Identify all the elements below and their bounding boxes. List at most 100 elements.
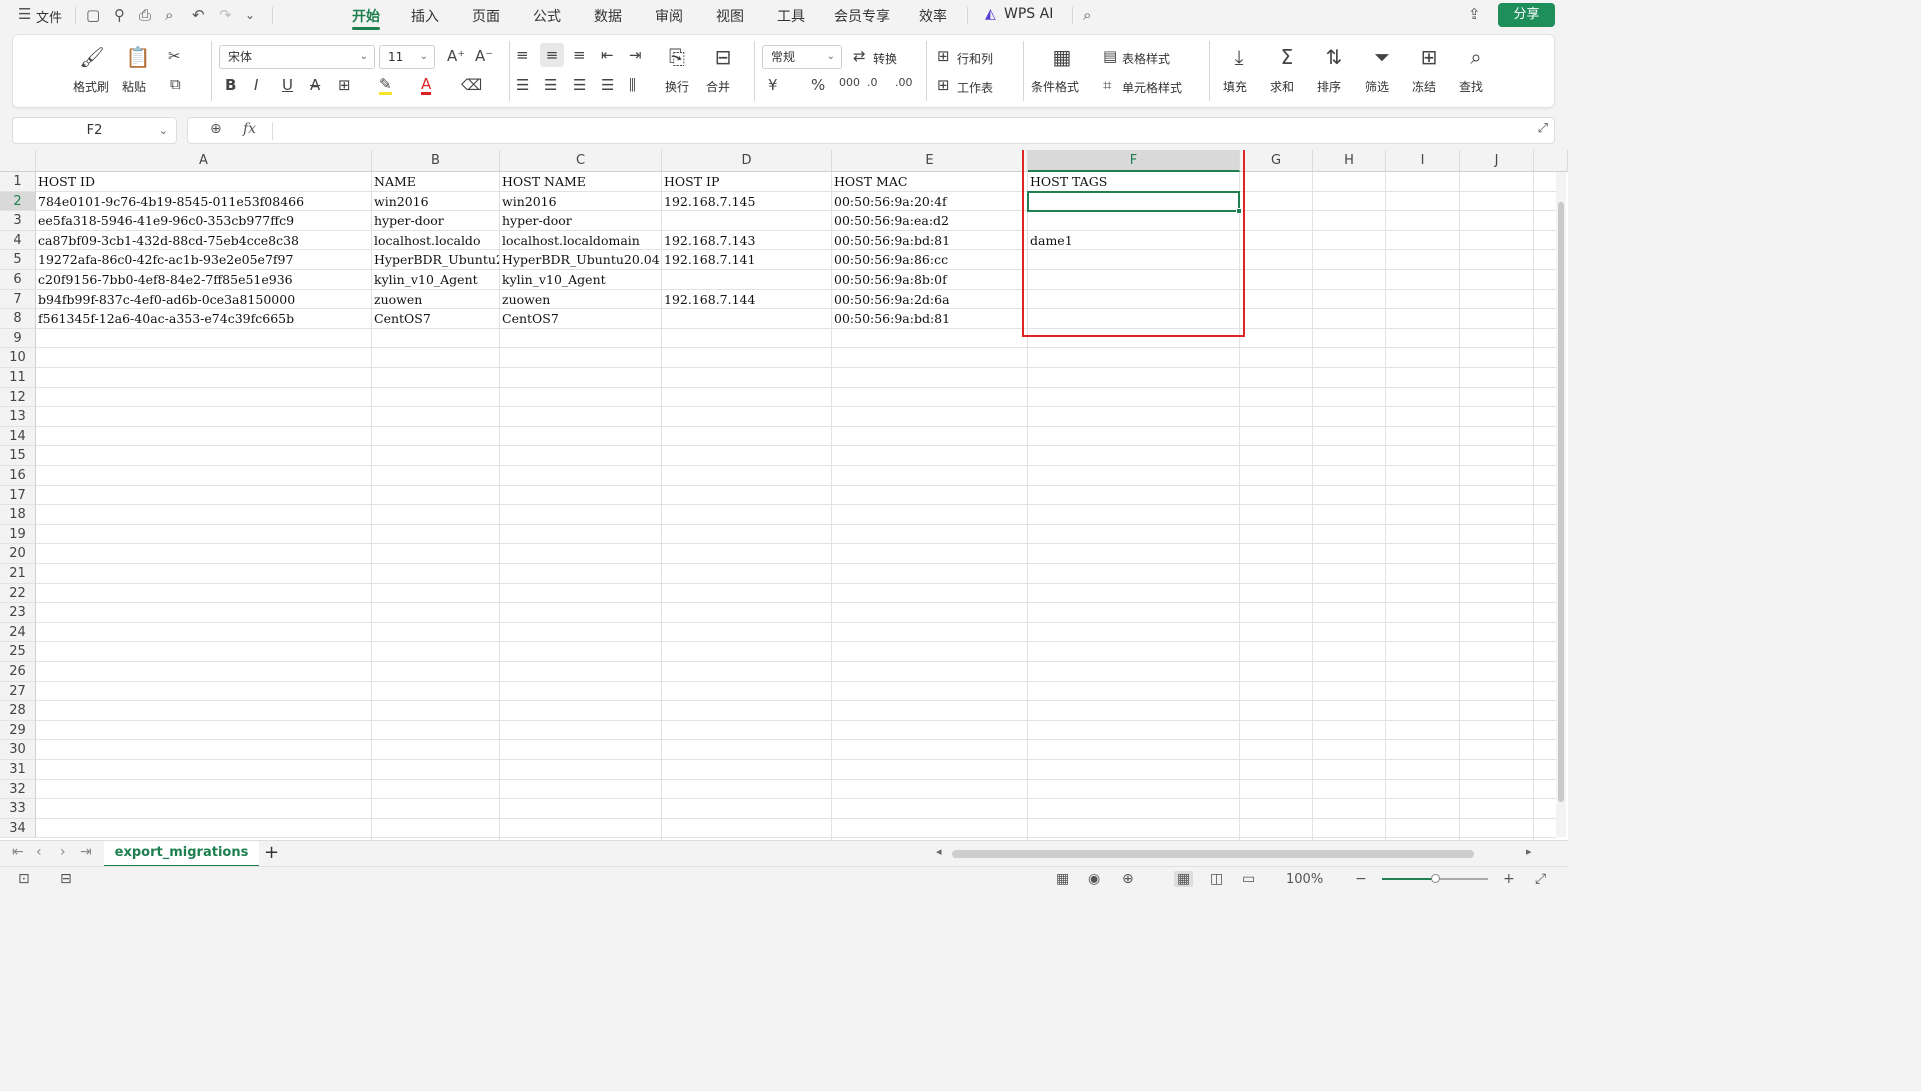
cell-style-button[interactable]: 单元格样式 bbox=[1122, 79, 1182, 96]
table-cell[interactable]: 192.168.7.144 bbox=[662, 290, 831, 310]
row-header[interactable]: 25 bbox=[0, 642, 36, 662]
undo-icon[interactable]: ↶ bbox=[192, 6, 205, 24]
wrap-text-icon[interactable]: ⎘ bbox=[660, 45, 694, 69]
row-col-button[interactable]: 行和列 bbox=[957, 50, 993, 67]
row-col-icon[interactable]: ⊞ bbox=[937, 47, 950, 65]
file-menu[interactable]: 文件 bbox=[36, 7, 62, 26]
tab-formula[interactable]: 公式 bbox=[533, 6, 561, 26]
crosshair-icon[interactable]: ⊕ bbox=[1122, 871, 1134, 887]
zoom-formula-icon[interactable]: ⊕ bbox=[210, 121, 222, 137]
scroll-thumb[interactable] bbox=[1558, 202, 1564, 802]
table-cell[interactable]: 192.168.7.143 bbox=[662, 231, 831, 251]
vertical-scrollbar[interactable] bbox=[1556, 172, 1566, 837]
row-header[interactable]: 8 bbox=[0, 309, 36, 329]
fullscreen-icon[interactable]: ⤢ bbox=[1535, 871, 1546, 887]
row-header[interactable]: 20 bbox=[0, 544, 36, 564]
filter-button[interactable]: 筛选 bbox=[1365, 78, 1389, 95]
table-cell[interactable]: 00:50:56:9a:bd:81 bbox=[832, 309, 1027, 329]
table-cell[interactable]: kylin_v10_Agent bbox=[500, 270, 661, 290]
share-button[interactable]: 分享 bbox=[1498, 3, 1555, 27]
find-button[interactable]: 查找 bbox=[1459, 78, 1483, 95]
freeze-button[interactable]: 冻结 bbox=[1412, 78, 1436, 95]
convert-button[interactable]: 转换 bbox=[873, 50, 897, 67]
merge-button[interactable]: 合并 bbox=[706, 78, 730, 95]
indent-decrease-icon[interactable]: ⇤ bbox=[601, 46, 614, 64]
align-right-icon[interactable]: ☰ bbox=[573, 76, 586, 94]
table-cell[interactable]: ee5fa318-5946-41e9-96c0-353cb977ffc9 bbox=[36, 211, 371, 231]
sort-button[interactable]: 排序 bbox=[1317, 78, 1341, 95]
sheet-tab-active[interactable]: export_migrations (1) bbox=[104, 841, 259, 884]
thousands-icon[interactable]: 000 bbox=[839, 76, 860, 89]
table-cell[interactable]: 192.168.7.141 bbox=[662, 250, 831, 270]
percent-icon[interactable]: % bbox=[811, 76, 825, 94]
row-header[interactable]: 24 bbox=[0, 622, 36, 643]
header-cell[interactable]: HOST IP bbox=[662, 172, 831, 192]
formula-expand-icon[interactable]: ⤢ bbox=[1538, 121, 1548, 136]
table-cell[interactable]: zuowen bbox=[500, 290, 661, 310]
search-icon[interactable]: ⌕ bbox=[1083, 6, 1091, 24]
table-cell[interactable]: HyperBDR_Ubuntu20.04 bbox=[500, 250, 661, 270]
macro-icon[interactable]: ⊡ bbox=[18, 871, 30, 887]
row-header[interactable]: 22 bbox=[0, 583, 36, 604]
save-icon[interactable]: ▢ bbox=[86, 6, 100, 24]
column-header-j[interactable]: J bbox=[1460, 150, 1534, 172]
column-header-e[interactable]: E bbox=[832, 150, 1028, 172]
header-cell[interactable]: NAME bbox=[372, 172, 499, 192]
last-sheet-icon[interactable]: ⇥ bbox=[80, 844, 92, 860]
column-header-i[interactable]: I bbox=[1386, 150, 1460, 172]
italic-icon[interactable]: I bbox=[254, 76, 258, 94]
convert-icon[interactable]: ⇄ bbox=[853, 47, 866, 65]
fx-icon[interactable]: fx bbox=[243, 121, 256, 137]
eye-protection-icon[interactable]: ◉ bbox=[1088, 871, 1100, 887]
align-top-icon[interactable]: ≡ bbox=[516, 46, 529, 64]
paste-icon[interactable]: 📋 bbox=[121, 45, 155, 69]
row-header[interactable]: 26 bbox=[0, 662, 36, 682]
conditional-format-icon[interactable]: ▦ bbox=[1045, 45, 1079, 69]
row-header[interactable]: 15 bbox=[0, 446, 36, 466]
clear-format-icon[interactable]: ⌫ bbox=[461, 76, 482, 94]
row-header[interactable]: 16 bbox=[0, 466, 36, 486]
font-color-icon[interactable]: A bbox=[421, 76, 432, 95]
row-header[interactable]: 17 bbox=[0, 485, 36, 506]
cell-style-icon[interactable]: ⌗ bbox=[1103, 76, 1111, 94]
row-header[interactable]: 29 bbox=[0, 720, 36, 741]
row-header[interactable]: 3 bbox=[0, 211, 36, 231]
column-header-b[interactable]: B bbox=[372, 150, 500, 172]
sum-button[interactable]: 求和 bbox=[1270, 78, 1294, 95]
row-header[interactable]: 14 bbox=[0, 426, 36, 447]
row-header[interactable]: 4 bbox=[0, 230, 36, 251]
align-center-icon[interactable]: ☰ bbox=[544, 76, 557, 94]
row-header[interactable]: 33 bbox=[0, 799, 36, 819]
print-preview-icon[interactable]: ⌕ bbox=[165, 6, 173, 24]
table-cell[interactable]: localhost.localdo bbox=[372, 231, 499, 251]
next-sheet-icon[interactable]: › bbox=[60, 844, 66, 860]
tab-data[interactable]: 数据 bbox=[594, 6, 622, 26]
header-cell[interactable]: HOST MAC bbox=[832, 172, 1027, 192]
decrease-font-icon[interactable]: A⁻ bbox=[475, 47, 493, 65]
redo-icon[interactable]: ↷ bbox=[219, 6, 232, 24]
table-cell[interactable]: f561345f-12a6-40ac-a353-e74c39fc665b bbox=[36, 309, 371, 329]
cut-icon[interactable]: ✂ bbox=[168, 47, 181, 65]
print-icon[interactable]: ⎙ bbox=[139, 6, 151, 24]
table-cell[interactable]: win2016 bbox=[500, 192, 661, 212]
table-cell[interactable] bbox=[662, 270, 831, 290]
wps-ai-icon[interactable]: ◭ bbox=[985, 6, 996, 22]
align-bottom-icon[interactable]: ≡ bbox=[573, 46, 586, 64]
zoom-in-icon[interactable]: + bbox=[1503, 871, 1515, 887]
zoom-slider-handle[interactable] bbox=[1431, 874, 1440, 883]
table-cell[interactable]: 00:50:56:9a:20:4f bbox=[832, 192, 1027, 212]
table-cell[interactable]: c20f9156-7bb0-4ef8-84e2-7ff85e51e936 bbox=[36, 270, 371, 290]
sum-icon[interactable]: Σ bbox=[1270, 45, 1304, 69]
scroll-left-icon[interactable]: ◂ bbox=[936, 845, 942, 858]
table-cell[interactable]: 19272afa-86c0-42fc-ac1b-93e2e05e7f97 bbox=[36, 250, 371, 270]
increase-decimal-icon[interactable]: .0 bbox=[867, 76, 878, 89]
row-header[interactable]: 19 bbox=[0, 524, 36, 545]
table-cell[interactable]: 00:50:56:9a:8b:0f bbox=[832, 270, 1027, 290]
prev-sheet-icon[interactable]: ‹ bbox=[36, 844, 42, 860]
row-header[interactable]: 7 bbox=[0, 289, 36, 310]
sheet-list-icon[interactable]: ⊟ bbox=[60, 871, 72, 887]
tab-view[interactable]: 视图 bbox=[716, 6, 744, 26]
row-header[interactable]: 10 bbox=[0, 348, 36, 368]
row-header[interactable]: 9 bbox=[0, 328, 36, 349]
normal-view-icon[interactable]: ▦ bbox=[1174, 871, 1194, 887]
